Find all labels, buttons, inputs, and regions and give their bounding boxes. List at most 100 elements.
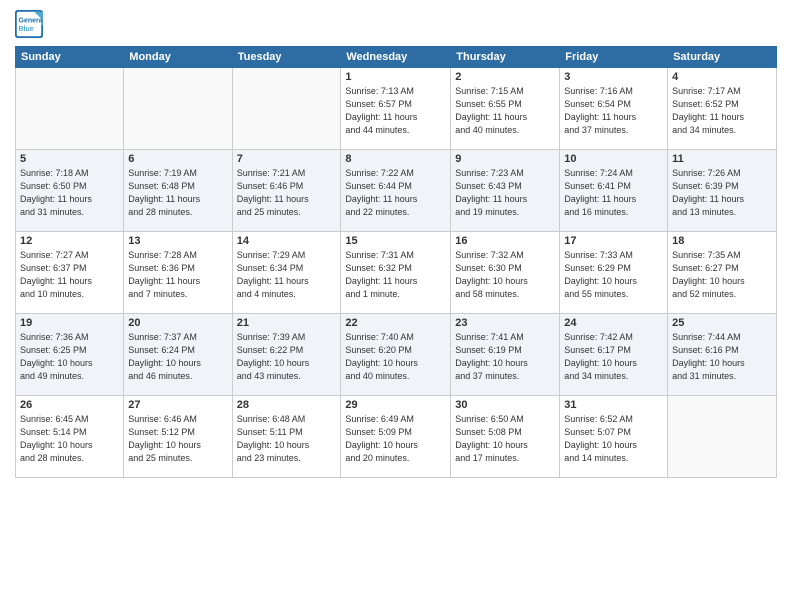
day-cell: 17 Sunrise: 7:33 AMSunset: 6:29 PMDayligh…: [560, 232, 668, 314]
day-info: Sunrise: 7:17 AMSunset: 6:52 PMDaylight:…: [672, 85, 772, 137]
day-cell: 7 Sunrise: 7:21 AMSunset: 6:46 PMDaylight…: [232, 150, 341, 232]
day-info: Sunrise: 7:40 AMSunset: 6:20 PMDaylight:…: [345, 331, 446, 383]
day-info: Sunrise: 7:29 AMSunset: 6:34 PMDaylight:…: [237, 249, 337, 301]
day-info: Sunrise: 6:52 AMSunset: 5:07 PMDaylight:…: [564, 413, 663, 465]
day-cell: 10 Sunrise: 7:24 AMSunset: 6:41 PMDayligh…: [560, 150, 668, 232]
day-number: 24: [564, 317, 663, 329]
page: General Blue SundayMondayTuesdayWednesda…: [0, 0, 792, 612]
day-info: Sunrise: 7:22 AMSunset: 6:44 PMDaylight:…: [345, 167, 446, 219]
calendar-table: SundayMondayTuesdayWednesdayThursdayFrid…: [15, 46, 777, 478]
day-number: 29: [345, 399, 446, 411]
day-number: 26: [20, 399, 119, 411]
day-cell: 2 Sunrise: 7:15 AMSunset: 6:55 PMDaylight…: [451, 68, 560, 150]
day-cell: [232, 68, 341, 150]
day-info: Sunrise: 6:46 AMSunset: 5:12 PMDaylight:…: [128, 413, 227, 465]
day-info: Sunrise: 7:41 AMSunset: 6:19 PMDaylight:…: [455, 331, 555, 383]
day-cell: 8 Sunrise: 7:22 AMSunset: 6:44 PMDaylight…: [341, 150, 451, 232]
col-header-wednesday: Wednesday: [341, 47, 451, 68]
day-number: 19: [20, 317, 119, 329]
day-cell: 31 Sunrise: 6:52 AMSunset: 5:07 PMDayligh…: [560, 396, 668, 478]
day-cell: [16, 68, 124, 150]
svg-text:General: General: [19, 17, 44, 24]
day-info: Sunrise: 7:21 AMSunset: 6:46 PMDaylight:…: [237, 167, 337, 219]
day-info: Sunrise: 6:49 AMSunset: 5:09 PMDaylight:…: [345, 413, 446, 465]
day-info: Sunrise: 7:13 AMSunset: 6:57 PMDaylight:…: [345, 85, 446, 137]
day-cell: 14 Sunrise: 7:29 AMSunset: 6:34 PMDayligh…: [232, 232, 341, 314]
col-header-saturday: Saturday: [668, 47, 777, 68]
day-info: Sunrise: 7:39 AMSunset: 6:22 PMDaylight:…: [237, 331, 337, 383]
day-info: Sunrise: 7:35 AMSunset: 6:27 PMDaylight:…: [672, 249, 772, 301]
day-cell: 30 Sunrise: 6:50 AMSunset: 5:08 PMDayligh…: [451, 396, 560, 478]
day-number: 21: [237, 317, 337, 329]
day-cell: 1 Sunrise: 7:13 AMSunset: 6:57 PMDaylight…: [341, 68, 451, 150]
day-cell: 11Sunrise: 7:26 AMSunset: 6:39 PMDayligh…: [668, 150, 777, 232]
day-number: 16: [455, 235, 555, 247]
col-header-monday: Monday: [124, 47, 232, 68]
day-info: Sunrise: 7:19 AMSunset: 6:48 PMDaylight:…: [128, 167, 227, 219]
day-number: 14: [237, 235, 337, 247]
day-number: 20: [128, 317, 227, 329]
day-cell: 20Sunrise: 7:37 AMSunset: 6:24 PMDayligh…: [124, 314, 232, 396]
day-info: Sunrise: 6:50 AMSunset: 5:08 PMDaylight:…: [455, 413, 555, 465]
day-number: 23: [455, 317, 555, 329]
day-cell: 21 Sunrise: 7:39 AMSunset: 6:22 PMDayligh…: [232, 314, 341, 396]
day-cell: 24 Sunrise: 7:42 AMSunset: 6:17 PMDayligh…: [560, 314, 668, 396]
day-number: 18: [672, 235, 772, 247]
day-number: 4: [672, 71, 772, 83]
day-number: 10: [564, 153, 663, 165]
day-cell: 4 Sunrise: 7:17 AMSunset: 6:52 PMDaylight…: [668, 68, 777, 150]
week-row-1: 1 Sunrise: 7:13 AMSunset: 6:57 PMDaylight…: [16, 68, 777, 150]
day-info: Sunrise: 7:16 AMSunset: 6:54 PMDaylight:…: [564, 85, 663, 137]
day-cell: 25 Sunrise: 7:44 AMSunset: 6:16 PMDayligh…: [668, 314, 777, 396]
day-cell: 16 Sunrise: 7:32 AMSunset: 6:30 PMDayligh…: [451, 232, 560, 314]
day-number: 5: [20, 153, 119, 165]
day-info: Sunrise: 7:42 AMSunset: 6:17 PMDaylight:…: [564, 331, 663, 383]
day-cell: 13 Sunrise: 7:28 AMSunset: 6:36 PMDayligh…: [124, 232, 232, 314]
day-number: 8: [345, 153, 446, 165]
day-number: 3: [564, 71, 663, 83]
day-info: Sunrise: 7:27 AMSunset: 6:37 PMDaylight:…: [20, 249, 119, 301]
col-header-thursday: Thursday: [451, 47, 560, 68]
header: General Blue: [15, 10, 777, 38]
day-number: 13: [128, 235, 227, 247]
day-number: 17: [564, 235, 663, 247]
day-cell: 6Sunrise: 7:19 AMSunset: 6:48 PMDaylight…: [124, 150, 232, 232]
day-number: 31: [564, 399, 663, 411]
day-cell: 22 Sunrise: 7:40 AMSunset: 6:20 PMDayligh…: [341, 314, 451, 396]
week-row-4: 19Sunrise: 7:36 AMSunset: 6:25 PMDayligh…: [16, 314, 777, 396]
day-info: Sunrise: 6:48 AMSunset: 5:11 PMDaylight:…: [237, 413, 337, 465]
day-number: 7: [237, 153, 337, 165]
day-info: Sunrise: 7:18 AMSunset: 6:50 PMDaylight:…: [20, 167, 119, 219]
day-info: Sunrise: 7:23 AMSunset: 6:43 PMDaylight:…: [455, 167, 555, 219]
day-info: Sunrise: 7:44 AMSunset: 6:16 PMDaylight:…: [672, 331, 772, 383]
day-info: Sunrise: 7:26 AMSunset: 6:39 PMDaylight:…: [672, 167, 772, 219]
header-row: SundayMondayTuesdayWednesdayThursdayFrid…: [16, 47, 777, 68]
day-cell: 9Sunrise: 7:23 AMSunset: 6:43 PMDaylight…: [451, 150, 560, 232]
day-info: Sunrise: 7:31 AMSunset: 6:32 PMDaylight:…: [345, 249, 446, 301]
day-info: Sunrise: 7:28 AMSunset: 6:36 PMDaylight:…: [128, 249, 227, 301]
day-number: 1: [345, 71, 446, 83]
col-header-tuesday: Tuesday: [232, 47, 341, 68]
day-info: Sunrise: 7:15 AMSunset: 6:55 PMDaylight:…: [455, 85, 555, 137]
day-cell: 28 Sunrise: 6:48 AMSunset: 5:11 PMDayligh…: [232, 396, 341, 478]
day-number: 25: [672, 317, 772, 329]
day-cell: 26 Sunrise: 6:45 AMSunset: 5:14 PMDayligh…: [16, 396, 124, 478]
day-number: 28: [237, 399, 337, 411]
day-number: 2: [455, 71, 555, 83]
day-number: 22: [345, 317, 446, 329]
day-info: Sunrise: 7:33 AMSunset: 6:29 PMDaylight:…: [564, 249, 663, 301]
day-info: Sunrise: 7:24 AMSunset: 6:41 PMDaylight:…: [564, 167, 663, 219]
day-cell: 15Sunrise: 7:31 AMSunset: 6:32 PMDayligh…: [341, 232, 451, 314]
svg-text:Blue: Blue: [19, 26, 34, 33]
day-cell: [124, 68, 232, 150]
col-header-friday: Friday: [560, 47, 668, 68]
day-cell: 18 Sunrise: 7:35 AMSunset: 6:27 PMDayligh…: [668, 232, 777, 314]
day-info: Sunrise: 7:32 AMSunset: 6:30 PMDaylight:…: [455, 249, 555, 301]
day-cell: 23 Sunrise: 7:41 AMSunset: 6:19 PMDayligh…: [451, 314, 560, 396]
day-cell: 27Sunrise: 6:46 AMSunset: 5:12 PMDayligh…: [124, 396, 232, 478]
logo-icon: General Blue: [15, 10, 43, 38]
week-row-5: 26 Sunrise: 6:45 AMSunset: 5:14 PMDayligh…: [16, 396, 777, 478]
day-number: 30: [455, 399, 555, 411]
day-cell: 29 Sunrise: 6:49 AMSunset: 5:09 PMDayligh…: [341, 396, 451, 478]
day-info: Sunrise: 6:45 AMSunset: 5:14 PMDaylight:…: [20, 413, 119, 465]
